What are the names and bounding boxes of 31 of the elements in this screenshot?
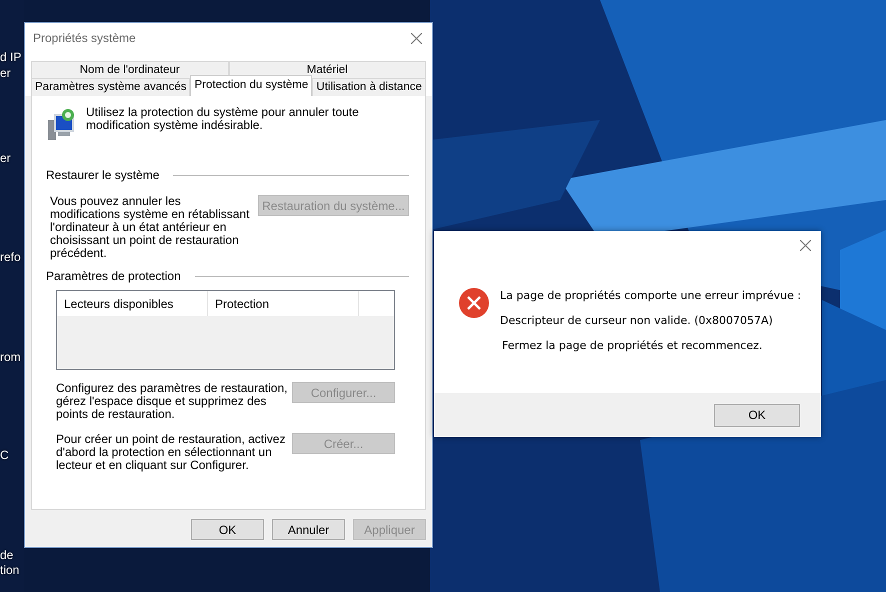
tab[interactable]: Nom de l'ordinateur: [31, 61, 228, 78]
section-heading: Restaurer le système: [46, 168, 160, 182]
tab[interactable]: Matériel: [228, 61, 426, 78]
desktop-icon-label[interactable]: de: [0, 548, 14, 562]
desktop-icon-label[interactable]: rom: [0, 350, 21, 364]
desktop-icon-label[interactable]: refo: [0, 250, 21, 264]
error-message: La page de propriétés comporte une erreur imprévue :: [500, 289, 802, 302]
desktop-icon-label[interactable]: d IP: [0, 50, 22, 64]
desktop-icon-label[interactable]: C: [0, 448, 9, 462]
tab[interactable]: Paramètres système avancés: [31, 78, 190, 96]
window-title: Propriétés système: [33, 31, 136, 45]
description-text: Configurez des paramètres de restauration, gérez l'espace disque et supprimez des points de restauration.: [56, 382, 288, 421]
error-message: Descripteur de curseur non valide. (0x8007057A): [500, 314, 774, 327]
dialog-button[interactable]: OK: [191, 519, 264, 540]
desktop-icon-label[interactable]: er: [0, 151, 11, 165]
dialog-button[interactable]: Annuler: [272, 519, 345, 540]
close-icon[interactable]: [411, 32, 422, 44]
ok-button[interactable]: OK: [714, 404, 800, 426]
desktop-icon-label[interactable]: er: [0, 66, 11, 80]
desktop-icon-label[interactable]: tion: [0, 563, 20, 577]
error-message: Fermez la page de propriétés et recommencez.: [501, 339, 764, 352]
description-text: Pour créer un point de restauration, activez d'abord la protection en sélectionnant un lecteur et en cliquant sur Configurer.: [56, 433, 286, 472]
column-header[interactable]: Lecteurs disponibles: [57, 291, 208, 316]
error-icon: [459, 288, 489, 318]
description-text: Vous pouvez annuler les modifications système en rétablissant l'ordinateur à un état antérieur en choisissant un point de restauration précédent.: [50, 195, 250, 262]
close-icon[interactable]: [800, 240, 811, 251]
tab[interactable]: Utilisation à distance: [312, 78, 426, 96]
section-heading: Paramètres de protection: [46, 269, 181, 283]
tab[interactable]: Protection du système: [190, 75, 312, 96]
column-header[interactable]: Protection: [208, 291, 359, 316]
description-text: Utilisez la protection du système pour annuler toute modification système indésirable.: [86, 106, 360, 132]
